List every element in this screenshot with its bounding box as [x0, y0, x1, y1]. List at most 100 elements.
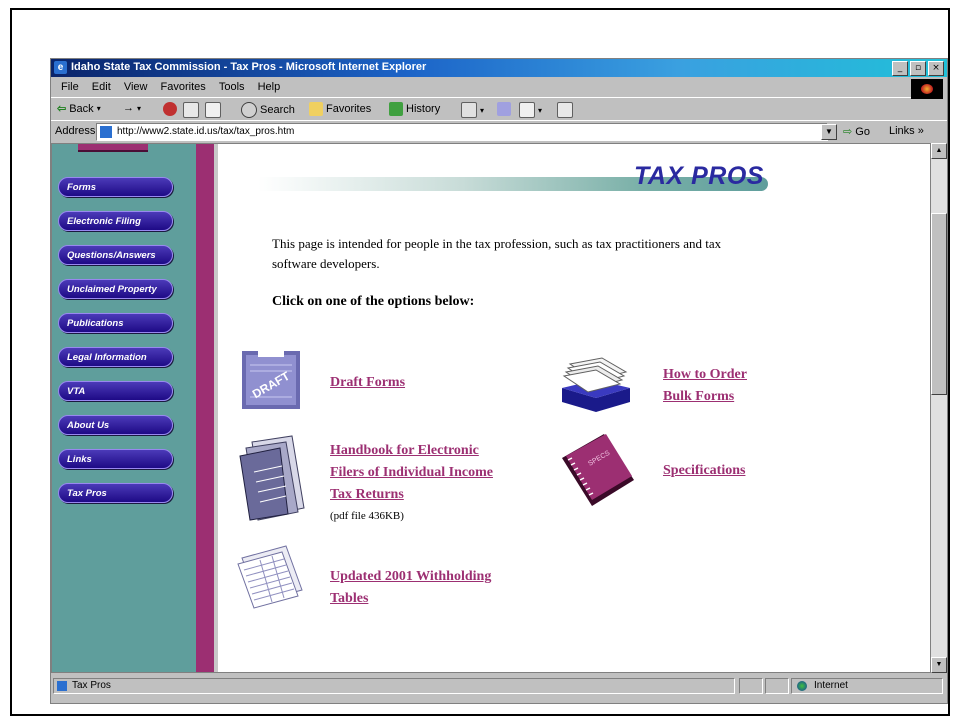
handbook-link-line2[interactable]: Filers of Individual Income: [330, 462, 493, 484]
size-button[interactable]: ▾: [461, 102, 484, 118]
handbook-link-line3[interactable]: Tax Returns: [330, 484, 404, 506]
page-title: TAX PROS: [634, 162, 764, 190]
nav-publications[interactable]: Publications: [58, 313, 173, 333]
history-label: History: [406, 103, 441, 115]
title-bar[interactable]: e Idaho State Tax Commission - Tax Pros …: [51, 59, 947, 77]
draft-forms-link[interactable]: Draft Forms: [330, 372, 405, 394]
nav-top-decoration: [78, 144, 148, 152]
scroll-down-arrow-icon[interactable]: ▼: [931, 657, 947, 673]
ie-icon: e: [54, 61, 67, 74]
page-viewport: Forms Electronic Filing Questions/Answer…: [51, 143, 931, 673]
home-button[interactable]: [205, 102, 221, 118]
search-label: Search: [260, 104, 295, 116]
withholding-link-line2[interactable]: Tables: [330, 588, 368, 610]
main-content: TAX PROS This page is intended for peopl…: [218, 144, 930, 672]
discuss-button[interactable]: [557, 102, 573, 118]
back-button[interactable]: ⇦ Back ▾: [57, 102, 101, 116]
address-url: http://www2.state.id.us/tax/tax_pros.htm: [117, 126, 295, 137]
address-input[interactable]: http://www2.state.id.us/tax/tax_pros.htm: [96, 123, 828, 141]
security-zone: Internet: [791, 678, 943, 694]
back-label: Back: [69, 102, 94, 115]
links-button[interactable]: Links »: [889, 125, 924, 137]
chevron-down-icon[interactable]: ▾: [97, 104, 101, 113]
instruction-text: Click on one of the options below:: [272, 294, 475, 309]
edit-icon: [519, 102, 535, 118]
go-arrow-icon: ⇨: [843, 126, 853, 138]
nav-legal-information[interactable]: Legal Information: [58, 347, 173, 367]
menu-help[interactable]: Help: [258, 81, 281, 93]
handbook-file-size: (pdf file 436KB): [330, 510, 404, 522]
history-button[interactable]: History: [389, 102, 440, 116]
minimize-button[interactable]: _: [892, 61, 908, 76]
edit-button[interactable]: ▾: [519, 102, 542, 118]
menu-edit[interactable]: Edit: [92, 81, 111, 93]
nav-stripe: [196, 144, 214, 672]
scroll-thumb[interactable]: [931, 213, 947, 395]
nav-unclaimed-property[interactable]: Unclaimed Property: [58, 279, 173, 299]
menu-tools[interactable]: Tools: [219, 81, 245, 93]
chevron-down-icon[interactable]: ▾: [538, 106, 542, 115]
browser-window: e Idaho State Tax Commission - Tax Pros …: [50, 58, 948, 704]
mail-button[interactable]: [497, 102, 511, 116]
page-icon: [100, 126, 112, 138]
forward-button[interactable]: → ▾: [123, 102, 141, 114]
search-button[interactable]: Search: [241, 102, 295, 118]
bulk-forms-link-line2[interactable]: Bulk Forms: [663, 386, 734, 408]
favorites-label: Favorites: [326, 103, 372, 115]
close-button[interactable]: ×: [928, 61, 944, 76]
menu-favorites[interactable]: Favorites: [161, 81, 206, 93]
withholding-link-line1[interactable]: Updated 2001 Withholding: [330, 566, 491, 588]
bulk-forms-icon[interactable]: [556, 354, 636, 414]
handbook-link-line1[interactable]: Handbook for Electronic: [330, 440, 479, 462]
forward-arrow-icon: →: [123, 102, 134, 114]
status-bar: Tax Pros Internet: [51, 676, 947, 696]
stop-button[interactable]: [163, 102, 177, 116]
nav-links[interactable]: Links: [58, 449, 173, 469]
left-nav: Forms Electronic Filing Questions/Answer…: [52, 144, 196, 672]
withholding-tables-icon[interactable]: [236, 544, 308, 610]
history-icon: [389, 102, 403, 116]
nav-tax-pros[interactable]: Tax Pros: [58, 483, 173, 503]
page-icon: [57, 681, 67, 691]
window-controls: _ ▫ ×: [892, 61, 944, 76]
vertical-scrollbar[interactable]: ▲ ▼: [931, 143, 947, 673]
go-button[interactable]: ⇨ Go: [843, 125, 870, 138]
nav-electronic-filing[interactable]: Electronic Filing: [58, 211, 173, 231]
status-text: Tax Pros: [72, 680, 111, 691]
status-main: Tax Pros: [53, 678, 735, 694]
nav-forms[interactable]: Forms: [58, 177, 173, 197]
nav-vta[interactable]: VTA: [58, 381, 173, 401]
windows-logo-icon: [911, 79, 943, 99]
search-icon: [241, 102, 257, 118]
outer-frame: e Idaho State Tax Commission - Tax Pros …: [10, 8, 950, 716]
specifications-link[interactable]: Specifications: [663, 460, 745, 482]
refresh-button[interactable]: [183, 102, 199, 118]
maximize-button[interactable]: ▫: [910, 61, 926, 76]
go-label: Go: [855, 126, 870, 138]
chevron-down-icon[interactable]: ▾: [480, 106, 484, 115]
scroll-up-arrow-icon[interactable]: ▲: [931, 143, 947, 159]
menu-view[interactable]: View: [124, 81, 148, 93]
handbook-icon[interactable]: [232, 432, 312, 522]
discuss-icon: [557, 102, 573, 118]
back-arrow-icon: ⇦: [57, 103, 67, 115]
intro-text: This page is intended for people in the …: [272, 236, 722, 271]
status-cell: [765, 678, 789, 694]
address-dropdown[interactable]: ▼: [821, 124, 837, 140]
menu-file[interactable]: File: [61, 81, 79, 93]
specifications-book-icon[interactable]: SPECS: [558, 430, 638, 510]
zone-label: Internet: [814, 680, 848, 691]
globe-icon: [797, 681, 807, 691]
bulk-forms-link-line1[interactable]: How to Order: [663, 364, 747, 386]
standard-toolbar: ⇦ Back ▾ → ▾ Search Favorites History ▾ …: [51, 97, 911, 120]
chevron-down-icon[interactable]: ▾: [137, 104, 141, 113]
window-title: Idaho State Tax Commission - Tax Pros - …: [71, 61, 427, 73]
nav-about-us[interactable]: About Us: [58, 415, 173, 435]
favorites-icon: [309, 102, 323, 116]
draft-form-icon[interactable]: DRAFT: [240, 349, 302, 411]
favorites-button[interactable]: Favorites: [309, 102, 371, 116]
stop-icon: [163, 102, 177, 116]
home-icon: [205, 102, 221, 118]
nav-questions-answers[interactable]: Questions/Answers: [58, 245, 173, 265]
text-size-icon: [461, 102, 477, 118]
